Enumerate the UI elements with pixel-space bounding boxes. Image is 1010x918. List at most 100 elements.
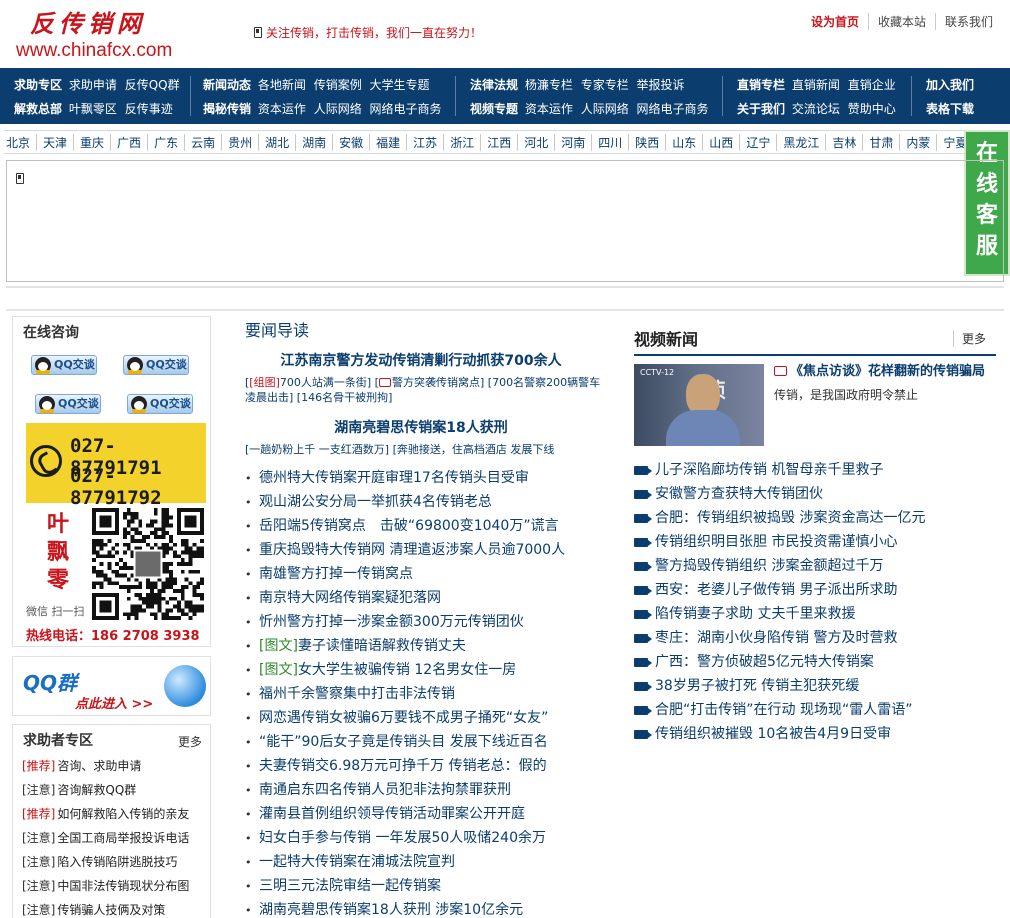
province-link[interactable]: 广东 <box>147 133 184 151</box>
province-link[interactable]: 浙江 <box>443 133 480 151</box>
second-headline[interactable]: 湖南亮碧思传销案18人获刑 <box>241 417 601 437</box>
qq-chat-button[interactable]: QQ交谈 <box>31 355 97 375</box>
video-item[interactable]: 合肥：传销组织被捣毁 涉案资金高达一亿元 <box>634 506 925 530</box>
nav-link[interactable]: 直销企业 <box>848 78 896 92</box>
nav-link[interactable]: 交流论坛 <box>792 102 840 116</box>
video-thumbnail[interactable]: CCTV-12 侦 <box>634 364 764 446</box>
help-zone-more-link[interactable]: 更多 <box>178 733 202 750</box>
video-item[interactable]: 传销组织被摧毁 10名被告4月9日受审 <box>634 722 925 746</box>
province-link[interactable]: 江苏 <box>406 133 443 151</box>
province-link[interactable]: 江西 <box>480 133 517 151</box>
news-item[interactable]: 德州特大传销案开庭审理17名传销头目受审 <box>245 467 601 491</box>
bookmark-link[interactable]: 收藏本站 <box>867 13 935 30</box>
qq-chat-button[interactable]: QQ交谈 <box>127 394 193 414</box>
video-more-link[interactable]: 更多 <box>952 330 986 347</box>
nav-link[interactable]: 网络电子商务 <box>370 102 442 116</box>
nav-title[interactable]: 揭秘传销 <box>203 102 251 116</box>
sub-link[interactable]: 警方突袭传销窝点 <box>392 376 480 389</box>
province-link[interactable]: 北京 <box>4 134 36 151</box>
news-item[interactable]: 一起特大传销案在浦城法院宣判 <box>245 851 601 875</box>
province-link[interactable]: 福建 <box>369 133 406 151</box>
help-item[interactable]: [推荐] 咨询、求助申请 <box>22 758 189 782</box>
news-item[interactable]: 岳阳端5传销窝点 击破“69800变1040万”谎言 <box>245 515 601 539</box>
nav-link[interactable]: 反传事迹 <box>125 102 173 116</box>
nav-link[interactable]: 网络电子商务 <box>637 102 709 116</box>
nav-title[interactable]: 解救总部 <box>14 102 62 116</box>
news-item[interactable]: 湖南亮碧思传销案18人获刑 涉案10亿余元 <box>245 899 601 918</box>
province-link[interactable]: 黑龙江 <box>776 133 825 151</box>
video-item[interactable]: 儿子深陷廊坊传销 机智母亲千里救子 <box>634 458 925 482</box>
set-homepage-link[interactable]: 设为首页 <box>802 13 868 30</box>
news-item[interactable]: 观山湖公安分局一举抓获4名传销老总 <box>245 491 601 515</box>
help-item[interactable]: [注意] 传销骗人技俩及对策 <box>22 902 189 918</box>
province-link[interactable]: 重庆 <box>73 133 110 151</box>
province-link[interactable]: 河南 <box>554 133 591 151</box>
sub-link[interactable]: 146名骨干被刑拘 <box>301 391 388 404</box>
news-item[interactable]: 灌南县首例组织领导传销活动罪案公开开庭 <box>245 803 601 827</box>
nav-link[interactable]: 传销案例 <box>314 78 362 92</box>
news-item[interactable]: 三明三元法院审结一起传销案 <box>245 875 601 899</box>
video-item[interactable]: 安徽警方查获特大传销团伙 <box>634 482 925 506</box>
site-url-logo[interactable]: www.chinafcx.com <box>16 40 172 62</box>
video-item[interactable]: 传销组织明目张胆 市民投资需谨慎小心 <box>634 530 925 554</box>
video-item[interactable]: 陷传销妻子求助 丈夫千里来救援 <box>634 602 925 626</box>
video-item[interactable]: 枣庄：湖南小伙身陷传销 警方及时营救 <box>634 626 925 650</box>
nav-link[interactable]: 求助申请 <box>69 78 117 92</box>
nav-link[interactable]: 人际网络 <box>581 102 629 116</box>
photo-tag-link[interactable]: [组图] <box>249 376 280 389</box>
province-link[interactable]: 广西 <box>110 133 147 151</box>
video-item[interactable]: 西安：老婆儿子做传销 男子派出所求助 <box>634 578 925 602</box>
sub-link[interactable]: 奔驰接送，住高档酒店 发展下线 <box>397 443 555 456</box>
news-item[interactable]: 网恋遇传销女被骗6万要钱不成男子捅死“女友” <box>245 707 601 731</box>
nav-link[interactable]: 各地新闻 <box>258 78 306 92</box>
province-link[interactable]: 河北 <box>517 133 554 151</box>
news-item[interactable]: 重庆捣毁特大传销网 清理遣返涉案人员逾7000人 <box>245 539 601 563</box>
province-link[interactable]: 云南 <box>184 133 221 151</box>
province-link[interactable]: 辽宁 <box>739 133 776 151</box>
nav-link[interactable]: 大学生专题 <box>370 78 430 92</box>
news-item[interactable]: 南通启东四名传销人员犯非法拘禁罪获刑 <box>245 779 601 803</box>
sub-link[interactable]: 700人站满一条街 <box>280 376 367 389</box>
top-headline[interactable]: 江苏南京警方发动传销清剿行动抓获700余人 <box>241 350 601 370</box>
site-logo[interactable]: 反传销网 <box>30 4 146 39</box>
province-link[interactable]: 湖南 <box>295 133 332 151</box>
video-item[interactable]: 合肥“打击传销”在行动 现场现“雷人雷语” <box>634 698 925 722</box>
nav-title[interactable]: 法律法规 <box>470 78 518 92</box>
province-link[interactable]: 山东 <box>665 133 702 151</box>
province-link[interactable]: 湖北 <box>258 133 295 151</box>
nav-title[interactable]: 加入我们 <box>926 78 974 92</box>
help-item[interactable]: [注意] 咨询解救QQ群 <box>22 782 189 806</box>
sub-link[interactable]: 一趟奶粉上千 一支红酒数万 <box>249 443 385 456</box>
news-item[interactable]: 夫妻传销交6.98万元可挣千万 传销老总：假的 <box>245 755 601 779</box>
province-link[interactable]: 内蒙 <box>899 133 936 151</box>
nav-link[interactable]: 资本运作 <box>525 102 573 116</box>
province-link[interactable]: 四川 <box>591 133 628 151</box>
nav-title[interactable]: 视频专题 <box>470 102 518 116</box>
nav-link[interactable]: 举报投诉 <box>637 78 685 92</box>
province-link[interactable]: 山西 <box>702 133 739 151</box>
help-item[interactable]: [推荐] 如何解救陷入传销的亲友 <box>22 806 189 830</box>
nav-title[interactable]: 直销专栏 <box>737 78 785 92</box>
news-item[interactable]: 妇女白手参与传销 一年发展50人吸储240余万 <box>245 827 601 851</box>
qq-chat-button[interactable]: QQ交谈 <box>123 355 189 375</box>
news-item[interactable]: 忻州警方打掉一涉案金额300万元传销团伙 <box>245 611 601 635</box>
help-item[interactable]: [注意] 陷入传销陷阱逃脱技巧 <box>22 854 189 878</box>
province-link[interactable]: 甘肃 <box>862 133 899 151</box>
nav-link[interactable]: 资本运作 <box>258 102 306 116</box>
news-item[interactable]: 南雄警方打掉一传销窝点 <box>245 563 601 587</box>
video-item[interactable]: 警方捣毁传销组织 涉案金额超过千万 <box>634 554 925 578</box>
qq-chat-button[interactable]: QQ交谈 <box>35 394 101 414</box>
nav-title[interactable]: 关于我们 <box>737 102 785 116</box>
news-item[interactable]: [图文]妻子读懂暗语解救传销丈夫 <box>245 635 601 659</box>
province-link[interactable]: 天津 <box>36 133 73 151</box>
video-item[interactable]: 38岁男子被打死 传销主犯获死缓 <box>634 674 925 698</box>
nav-title[interactable]: 新闻动态 <box>203 78 251 92</box>
nav-link[interactable]: 直销新闻 <box>792 78 840 92</box>
help-item[interactable]: [注意] 全国工商局举报投诉电话 <box>22 830 189 854</box>
news-item[interactable]: 福州千余警察集中打击非法传销 <box>245 683 601 707</box>
nav-link[interactable]: 杨濂专栏 <box>525 78 573 92</box>
nav-link[interactable]: 人际网络 <box>314 102 362 116</box>
nav-title[interactable]: 表格下载 <box>926 102 974 116</box>
video-item[interactable]: 广西：警方侦破超5亿元特大传销案 <box>634 650 925 674</box>
province-link[interactable]: 吉林 <box>825 133 862 151</box>
